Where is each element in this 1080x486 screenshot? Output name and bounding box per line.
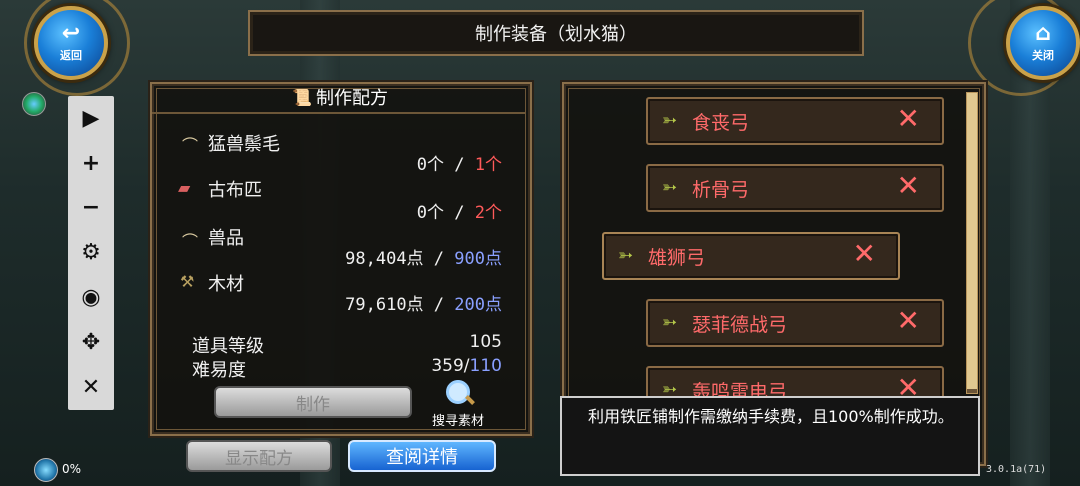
view-details-button[interactable]: 查阅详情: [348, 440, 496, 472]
material-name: 古布匹: [208, 180, 262, 201]
separator: /: [423, 249, 455, 269]
window-title: 制作装备（划水猫）: [248, 10, 864, 56]
close-button[interactable]: ⌂ 关闭: [1006, 6, 1080, 80]
magnifier-handle: [465, 395, 475, 405]
material-name: 木材: [208, 274, 244, 295]
recipe-heading-text: 制作配方: [315, 88, 388, 109]
search-materials-button[interactable]: 搜寻素材: [432, 378, 498, 429]
sync-icon: [34, 458, 58, 482]
need-amount: 900点: [454, 249, 502, 269]
material-count: 79,610点 / 200点: [300, 290, 502, 315]
scroll-icon: 📜: [292, 87, 312, 107]
separator: /: [444, 155, 475, 175]
difficulty-label: 难易度: [192, 360, 246, 381]
material-name: 兽品: [208, 228, 244, 249]
item-level-value: 105: [469, 332, 502, 352]
eye-icon[interactable]: ◉: [68, 275, 114, 320]
minus-icon[interactable]: −: [68, 186, 114, 231]
unavailable-x-icon: ✕: [852, 237, 876, 270]
need-amount: 200点: [454, 295, 502, 315]
float-app-icon[interactable]: [22, 92, 46, 116]
info-tooltip: 利用铁匠铺制作需缴纳手续费，且100%制作成功。: [560, 396, 980, 476]
need-amount: 1个: [474, 155, 502, 175]
need-amount: 2个: [474, 203, 502, 223]
title-text: 制作装备（划水猫）: [475, 24, 637, 45]
list-item-name: 雄狮弓: [648, 247, 706, 269]
scrollbar-thumb[interactable]: [967, 93, 977, 389]
gear-icon[interactable]: ⚙: [68, 230, 114, 275]
separator: /: [423, 295, 455, 315]
show-recipe-label: 显示配方: [225, 448, 293, 469]
list-item-name: 食丧弓: [692, 112, 750, 134]
home-icon: ⌂: [1035, 21, 1051, 46]
fang-icon: ⌒: [182, 136, 199, 155]
difficulty-value: 359/110: [400, 356, 502, 376]
plus-icon[interactable]: +: [68, 141, 114, 186]
return-arrow-icon: ↩: [61, 21, 81, 46]
craft-button[interactable]: 制作: [214, 386, 412, 418]
cloth-icon: ▰: [178, 178, 191, 197]
item-level-label: 道具等级: [192, 336, 264, 357]
have-amount: 79,610点: [345, 295, 424, 315]
play-icon[interactable]: ▶: [68, 96, 114, 141]
scrollbar[interactable]: [966, 92, 978, 394]
list-item-selected[interactable]: ➳ 雄狮弓 ✕: [602, 232, 900, 280]
separator: /: [444, 203, 475, 223]
tooltip-text: 利用铁匠铺制作需缴纳手续费，且100%制作成功。: [588, 407, 954, 426]
have-amount: 98,404点: [345, 249, 424, 269]
version-text: 3.0.1a(71): [986, 464, 1047, 475]
bow-icon: ➳: [618, 245, 634, 266]
move-icon[interactable]: ✥: [68, 320, 114, 365]
list-item-name: 析骨弓: [692, 179, 750, 201]
material-count: 0个 / 1个: [300, 150, 502, 175]
material-count: 98,404点 / 900点: [300, 244, 502, 269]
back-label: 返回: [60, 49, 82, 62]
difficulty-have: 359/: [431, 356, 470, 376]
view-details-label: 查阅详情: [386, 447, 458, 468]
bow-icon: ➳: [662, 177, 678, 198]
close-icon[interactable]: ✕: [68, 365, 114, 410]
wood-icon: ⚒: [180, 272, 195, 291]
list-item[interactable]: ➳ 瑟菲德战弓 ✕: [646, 299, 944, 347]
craft-label: 制作: [296, 394, 330, 415]
unavailable-x-icon: ✕: [896, 304, 920, 337]
back-button[interactable]: ↩ 返回: [34, 6, 108, 80]
have-amount: 0个: [416, 203, 445, 223]
unavailable-x-icon: ✕: [896, 102, 920, 135]
side-toolbar: ▶ + − ⚙ ◉ ✥ ✕: [68, 96, 114, 410]
progress-percent: 0%: [62, 462, 82, 476]
show-recipe-button[interactable]: 显示配方: [186, 440, 332, 472]
unavailable-x-icon: ✕: [896, 169, 920, 202]
search-label: 搜寻素材: [432, 414, 485, 429]
bow-icon: ➳: [662, 110, 678, 131]
list-item[interactable]: ➳ 轰鸣雷电弓 ✕: [646, 366, 944, 400]
divider: [152, 112, 526, 114]
list-item[interactable]: ➳ 析骨弓 ✕: [646, 164, 944, 212]
material-name: 猛兽鬃毛: [208, 134, 280, 155]
close-label: 关闭: [1032, 49, 1054, 62]
list-item-name: 瑟菲德战弓: [692, 314, 788, 336]
material-count: 0个 / 2个: [300, 198, 502, 223]
difficulty-need: 110: [469, 356, 502, 376]
bow-icon: ➳: [662, 312, 678, 333]
have-amount: 0个: [416, 155, 445, 175]
claw-icon: ⌒: [182, 232, 199, 251]
list-item[interactable]: ➳ 食丧弓 ✕: [646, 97, 944, 145]
magnifier-icon: [446, 380, 470, 404]
recipe-heading: 📜 制作配方: [150, 82, 530, 112]
